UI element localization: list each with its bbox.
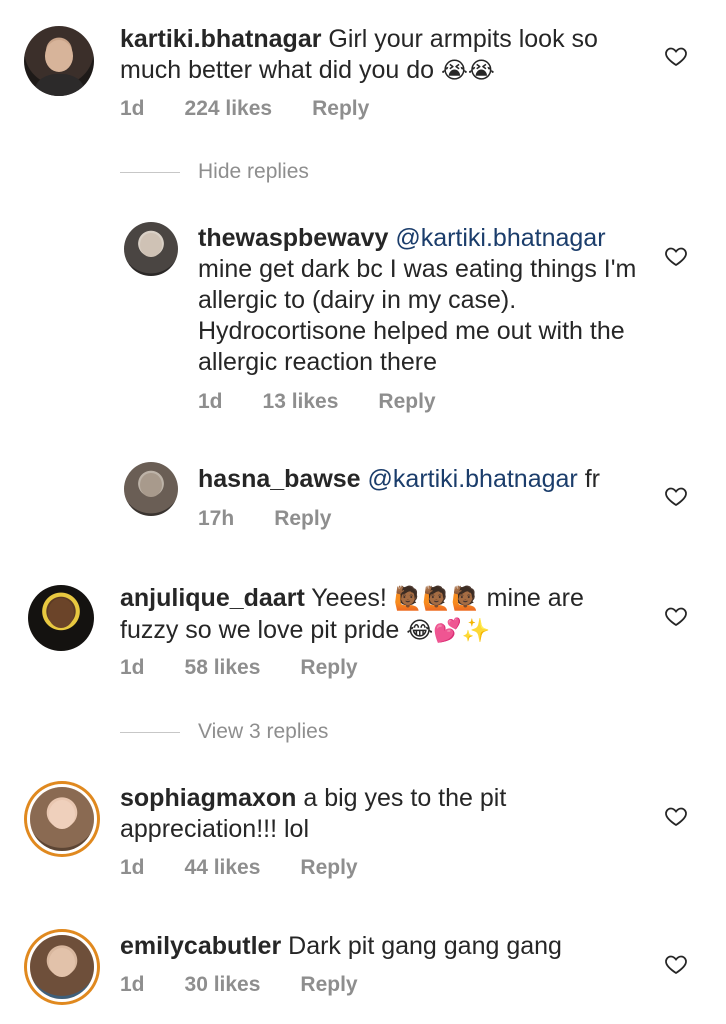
avatar-face [49,947,75,977]
avatar-face [49,799,75,829]
mention-link[interactable]: @kartiki.bhatnagar [368,465,578,493]
reply-meta: 1d 13 likes Reply [198,390,436,414]
reply-body: fr [584,465,600,493]
avatar[interactable] [124,462,178,516]
avatar-body [34,73,84,96]
comment-body: Dark pit gang gang gang [288,932,562,960]
reply-button[interactable]: Reply [300,856,357,880]
likes-count[interactable]: 44 likes [185,856,261,880]
timestamp: 1d [198,390,223,413]
comment-text: anjulique_daart Yeees! 🙋🏾🙋🏾🙋🏾 mine are f… [120,583,640,647]
avatar-face [140,472,162,498]
heart-outline-icon[interactable] [664,952,688,976]
reply-button[interactable]: Reply [300,973,357,997]
reply-button[interactable]: Reply [274,507,331,531]
timestamp: 1d [120,973,145,996]
username[interactable]: sophiagmaxon [120,784,296,812]
view-replies-toggle[interactable]: View 3 replies [120,720,328,744]
reply-text: hasna_bawse @kartiki.bhatnagar fr [198,464,638,495]
hide-replies-toggle[interactable]: Hide replies [120,160,309,184]
avatar-face [47,598,75,628]
timestamp: 1d [120,856,145,879]
comment-emojis: 😭😭 [441,58,495,84]
heart-outline-icon[interactable] [664,484,688,508]
comment-meta: 1d 44 likes Reply [120,856,358,880]
username[interactable]: emilycabutler [120,932,281,960]
username[interactable]: thewaspbewavy [198,224,388,252]
reply-button[interactable]: Reply [312,97,369,121]
avatar[interactable] [124,222,178,276]
heart-outline-icon[interactable] [664,44,688,68]
avatar-face [45,40,73,72]
username[interactable]: hasna_bawse [198,465,361,493]
likes-count[interactable]: 224 likes [185,97,273,121]
timestamp: 17h [198,507,235,530]
likes-count[interactable]: 58 likes [185,656,261,680]
comment-text: emilycabutler Dark pit gang gang gang [120,931,640,962]
avatar[interactable] [30,787,94,851]
comment-meta: 1d 30 likes Reply [120,973,358,997]
likes-count[interactable]: 13 likes [263,390,339,414]
divider-line [120,171,180,173]
username[interactable]: anjulique_daart [120,584,305,612]
divider-line [120,731,180,733]
comment-meta: 1d 224 likes Reply [120,97,369,121]
reply-button[interactable]: Reply [300,656,357,680]
avatar-face [140,232,162,258]
comment-emojis-b: 😂💕✨ [406,618,491,644]
avatar[interactable] [28,585,94,651]
toggle-label: Hide replies [198,160,309,183]
username[interactable]: kartiki.bhatnagar [120,25,321,53]
reply-body: mine get dark bc I was eating things I'm… [198,255,637,376]
toggle-label: View 3 replies [198,720,329,743]
reply-button[interactable]: Reply [378,390,435,414]
comment-body-a: Yeees! [311,584,387,612]
avatar[interactable] [24,26,94,96]
reply-meta: 17h Reply [198,507,331,531]
reply-text: thewaspbewavy @kartiki.bhatnagar mine ge… [198,223,638,378]
comment-emojis-a: 🙋🏾🙋🏾🙋🏾 [393,586,480,612]
timestamp: 1d [120,97,145,120]
heart-outline-icon[interactable] [664,604,688,628]
comment-meta: 1d 58 likes Reply [120,656,358,680]
comment-text: kartiki.bhatnagar Girl your armpits look… [120,24,640,87]
mention-link[interactable]: @kartiki.bhatnagar [395,224,605,252]
heart-outline-icon[interactable] [664,244,688,268]
timestamp: 1d [120,656,145,679]
likes-count[interactable]: 30 likes [185,973,261,997]
heart-outline-icon[interactable] [664,804,688,828]
avatar[interactable] [30,935,94,999]
comment-text: sophiagmaxon a big yes to the pit apprec… [120,783,640,845]
